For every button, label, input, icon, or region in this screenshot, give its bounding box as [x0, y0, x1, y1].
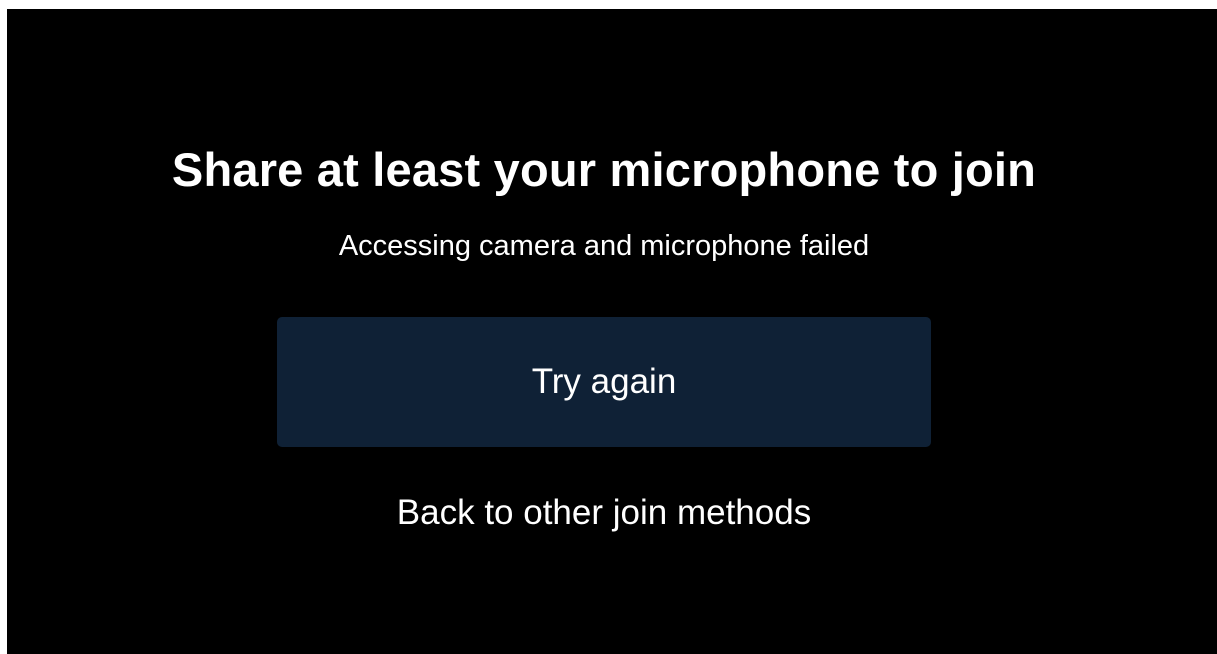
try-again-button[interactable]: Try again: [277, 317, 931, 447]
page-title: Share at least your microphone to join: [171, 143, 1037, 196]
error-message: Accessing camera and microphone failed: [338, 230, 870, 262]
join-permission-screen: Share at least your microphone to join A…: [7, 9, 1217, 654]
back-to-join-methods-link[interactable]: Back to other join methods: [7, 491, 1201, 535]
